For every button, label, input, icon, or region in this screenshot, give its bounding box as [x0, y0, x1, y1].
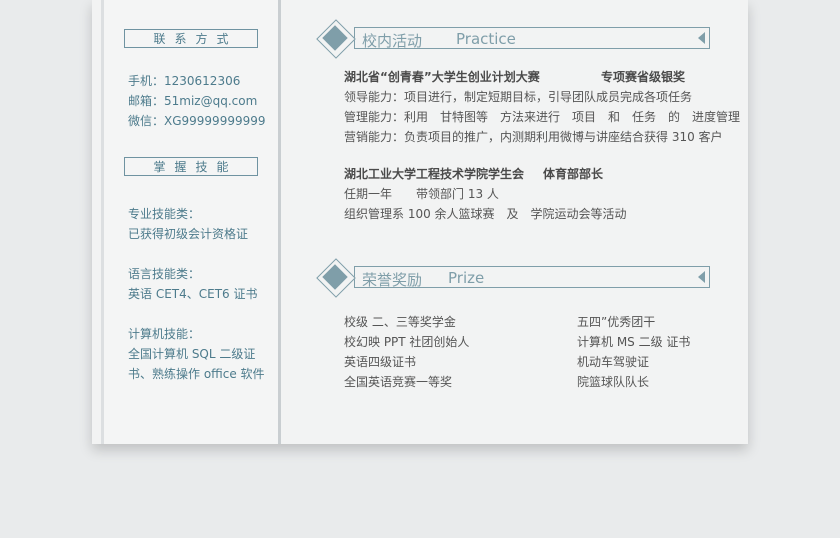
- practice-item1-line1: 领导能力：项目进行，制定短期目标，引导团队成员完成各项任务: [344, 90, 693, 104]
- lang-skill-value: 英语 CET4、CET6 证书: [128, 287, 258, 301]
- wechat: 微信：XG99999999999: [128, 114, 266, 128]
- prize-left-2: 校幻映 PPT 社团创始人: [344, 335, 470, 349]
- practice-item1-title: 湖北省“创青春”大学生创业计划大赛: [344, 70, 540, 84]
- triangle-icon: [698, 32, 705, 44]
- prize-right-1: 五四”优秀团干: [577, 315, 656, 329]
- prize-right-3: 机动车驾驶证: [577, 355, 650, 369]
- email: 邮箱：51miz@qq.com: [128, 94, 258, 108]
- computer-skill-label: 计算机技能：: [128, 327, 201, 341]
- computer-skill-value-2: 书、熟练操作 office 软件: [128, 367, 265, 381]
- practice-item1-line2: 管理能力：利用 甘特图等 方法来进行 项目 和 任务 的 进度管理: [344, 110, 741, 124]
- prize-right-2: 计算机 MS 二级 证书: [577, 335, 691, 349]
- pro-skill-value: 已获得初级会计资格证: [128, 227, 249, 241]
- contact-title: 联系方式: [124, 29, 258, 48]
- practice-item2-line2: 组织管理系 100 余人篮球赛 及 学院运动会等活动: [344, 207, 627, 221]
- practice-title-en: Practice: [456, 30, 516, 48]
- prize-left-4: 全国英语竞赛一等奖: [344, 375, 453, 389]
- prize-title-cn: 荣誉奖励: [362, 271, 423, 289]
- practice-item1-line3: 营销能力：负责项目的推广，内测期利用微博与讲座结合获得 310 客户: [344, 130, 723, 144]
- triangle-icon: [698, 271, 705, 283]
- prize-right-4: 院篮球队队长: [577, 375, 650, 389]
- practice-item2-line1: 任期一年 带领部门 13 人: [344, 187, 499, 201]
- lang-skill-label: 语言技能类：: [128, 267, 201, 281]
- prize-left-1: 校级 二、三等奖学金: [344, 315, 456, 329]
- practice-title-cn: 校内活动: [362, 32, 423, 50]
- practice-item2-role: 体育部部长: [543, 167, 604, 181]
- prize-left-3: 英语四级证书: [344, 355, 417, 369]
- computer-skill-value-1: 全国计算机 SQL 二级证: [128, 347, 256, 361]
- pro-skill-label: 专业技能类：: [128, 207, 201, 221]
- practice-item2-title: 湖北工业大学工程技术学院学生会: [344, 167, 525, 181]
- prize-title-en: Prize: [448, 269, 485, 287]
- phone: 手机：1230612306: [128, 74, 241, 88]
- skills-title: 掌握技能: [124, 157, 258, 176]
- practice-item1-award: 专项赛省级银奖: [601, 70, 686, 84]
